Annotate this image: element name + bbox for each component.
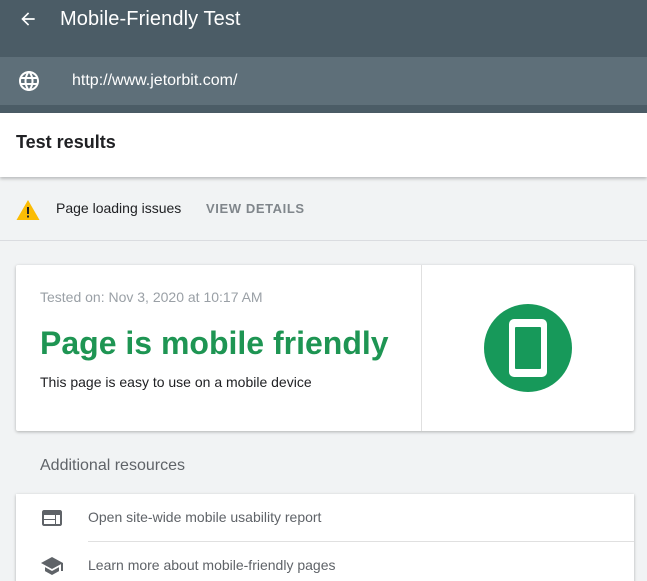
globe-icon (19, 71, 39, 91)
verdict-description: This page is easy to use on a mobile dev… (40, 374, 312, 390)
school-icon (41, 557, 63, 575)
resource-label: Learn more about mobile-friendly pages (88, 557, 336, 573)
arrow-left-icon (21, 12, 35, 26)
results-header: Test results (0, 113, 647, 177)
resource-label: Open site-wide mobile usability report (88, 509, 322, 525)
url-bar[interactable]: http://www.jetorbit.com/ (0, 57, 647, 105)
issues-text: Page loading issues (56, 200, 182, 216)
view-details-button[interactable]: VIEW DETAILS (206, 201, 305, 216)
app-title: Mobile-Friendly Test (60, 8, 241, 30)
success-badge (484, 304, 572, 392)
app-header: Mobile-Friendly Test http://www.jetorbit… (0, 0, 647, 113)
web-report-icon (42, 510, 62, 526)
result-card: Tested on: Nov 3, 2020 at 10:17 AM Page … (16, 265, 634, 431)
result-summary: Tested on: Nov 3, 2020 at 10:17 AM Page … (16, 265, 421, 431)
usability-report-link[interactable]: Open site-wide mobile usability report (16, 494, 634, 542)
url-text: http://www.jetorbit.com/ (72, 72, 238, 89)
learn-more-link[interactable]: Learn more about mobile-friendly pages (16, 542, 634, 581)
additional-resources-heading: Additional resources (40, 457, 185, 474)
back-button[interactable] (14, 5, 42, 33)
resources-list: Open site-wide mobile usability report L… (16, 494, 634, 581)
tested-on-timestamp: Tested on: Nov 3, 2020 at 10:17 AM (40, 289, 263, 305)
top-bar: Mobile-Friendly Test (0, 0, 647, 56)
mobile-friendly-test-app: Mobile-Friendly Test http://www.jetorbit… (0, 0, 647, 581)
results-title: Test results (16, 132, 116, 152)
mobile-phone-icon (509, 319, 547, 377)
verdict-heading: Page is mobile friendly (40, 325, 389, 361)
warning-icon (16, 200, 40, 220)
page-loading-issues-row: Page loading issues VIEW DETAILS (0, 180, 647, 241)
card-divider (421, 265, 422, 431)
